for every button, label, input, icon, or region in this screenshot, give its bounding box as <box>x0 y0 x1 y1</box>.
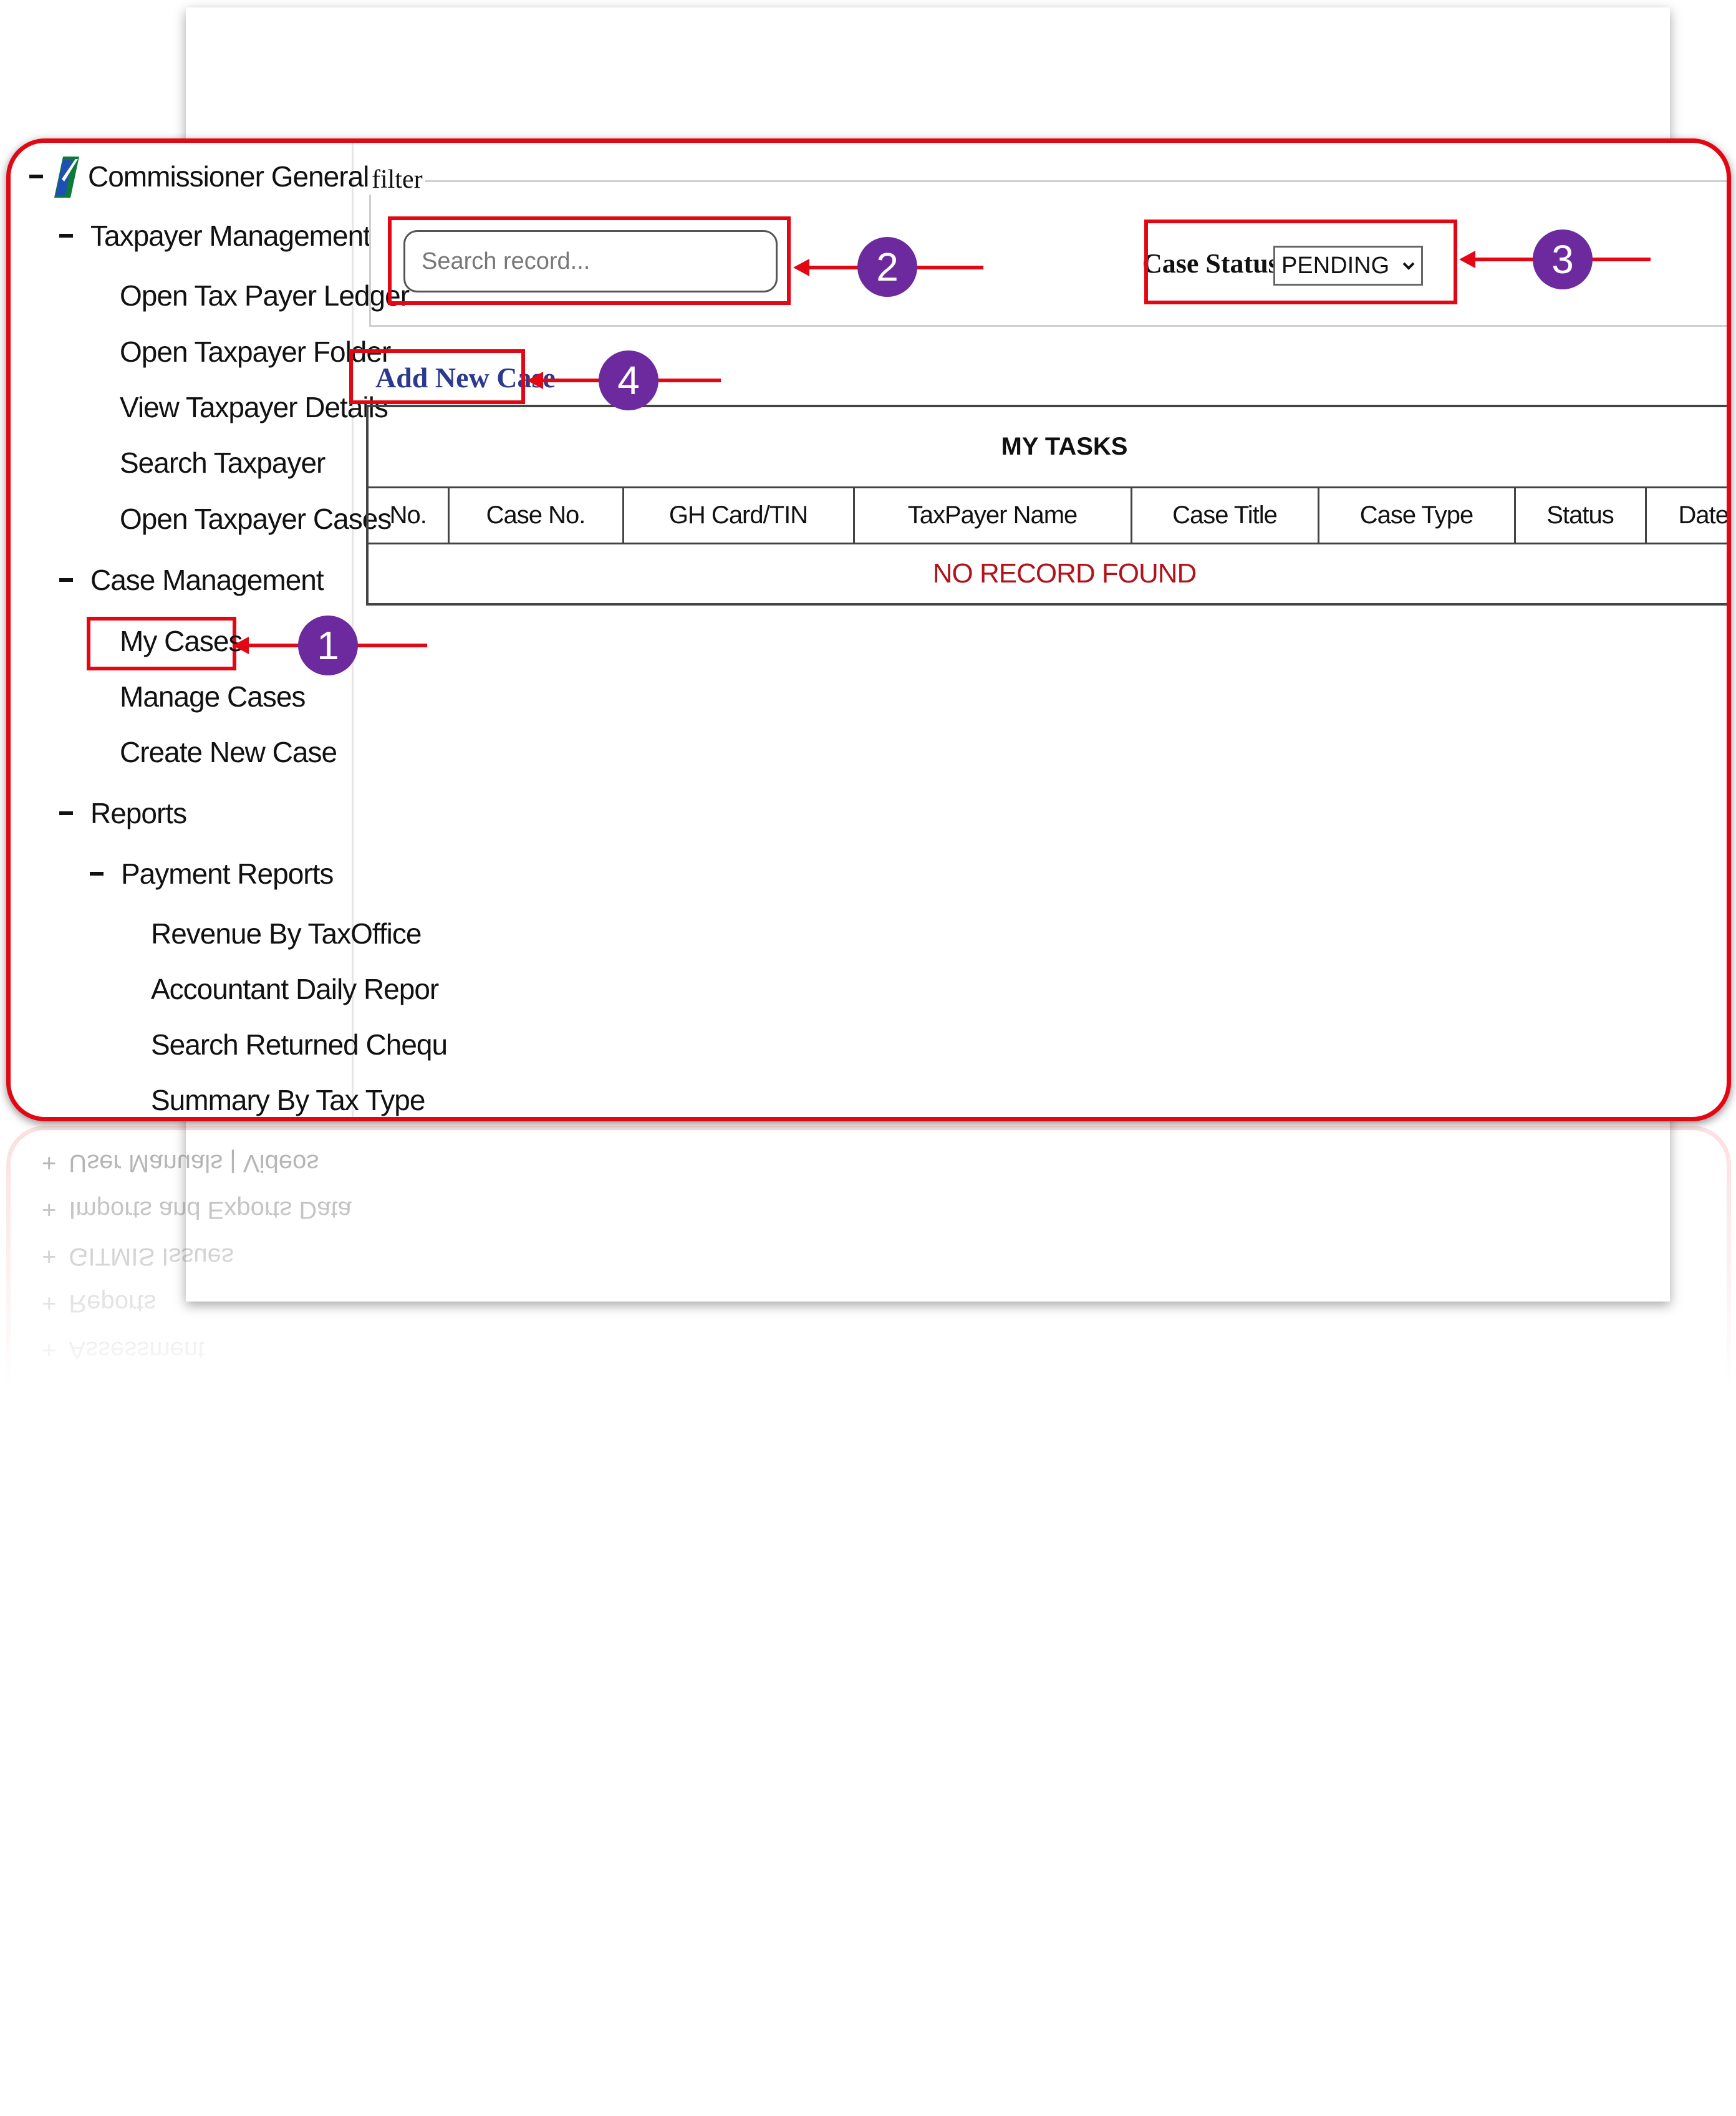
tree-group-case-management[interactable]: Case Management <box>59 563 324 597</box>
annotation-box-3 <box>1144 220 1457 304</box>
callout-badge-4: 4 <box>599 350 658 410</box>
frame-reflection: + Assessment + Reports + GITMIS Issues + Imp… <box>6 1126 1731 1388</box>
reflection-item: + User Manuals | Videos <box>42 1149 319 1177</box>
tree-group-payment-reports[interactable]: Payment Reports <box>90 857 334 891</box>
tree-group-taxpayer-management[interactable]: Taxpayer Management <box>59 219 371 253</box>
table-header-row: No. Case No. GH Card/TIN TaxPayer Name C… <box>366 486 1727 544</box>
tree-root[interactable]: Commissioner General <box>29 154 369 199</box>
column-header-case-title[interactable]: Case Title <box>1130 486 1319 544</box>
column-header-case-no[interactable]: Case No. <box>447 486 624 544</box>
sidebar-item-search-taxpayer[interactable]: Search Taxpayer <box>120 446 326 480</box>
sidebar-item-my-cases[interactable]: My Cases <box>120 624 243 658</box>
callout-badge-2: 2 <box>857 237 917 297</box>
reflection-item: + Reports <box>42 1290 157 1317</box>
sidebar-item-view-taxpayer-details[interactable]: View Taxpayer Details <box>120 390 388 424</box>
tasks-table: MY TASKS No. Case No. GH Card/TIN TaxPay… <box>366 405 1727 606</box>
column-header-taxpayer-name[interactable]: TaxPayer Name <box>852 486 1132 544</box>
column-header-no[interactable]: No. <box>366 486 450 544</box>
reflection-item: + Imports and Exports Data <box>42 1196 352 1224</box>
column-header-date[interactable]: Date <box>1644 486 1727 544</box>
column-header-status[interactable]: Status <box>1513 486 1647 544</box>
collapse-icon[interactable] <box>59 578 73 582</box>
tree-group-label: Payment Reports <box>121 858 334 890</box>
reflection-item: + GITMIS Issues <box>42 1243 234 1270</box>
annotation-box-2 <box>388 216 791 305</box>
callout-badge-1: 1 <box>298 616 358 675</box>
column-header-gh-card-tin[interactable]: GH Card/TIN <box>622 486 855 544</box>
tree-root-label: Commissioner General <box>88 160 369 193</box>
column-header-case-type[interactable]: Case Type <box>1317 486 1516 544</box>
collapse-icon[interactable] <box>90 872 104 876</box>
reflection-items: + Assessment + Reports + GITMIS Issues + Imp… <box>42 1130 354 1383</box>
sidebar-item-create-new-case[interactable]: Create New Case <box>120 735 337 769</box>
tree-group-label: Taxpayer Management <box>90 220 371 252</box>
reflection-item: + Assessment <box>42 1336 205 1364</box>
agency-logo-icon <box>54 157 79 198</box>
tree-group-reports[interactable]: Reports <box>59 796 187 830</box>
filter-legend: filter <box>369 165 425 195</box>
empty-table-message: NO RECORD FOUND <box>366 542 1727 606</box>
collapse-icon[interactable] <box>59 811 73 815</box>
collapse-icon[interactable] <box>59 234 73 238</box>
tree-group-label: Case Management <box>90 564 324 596</box>
tree-group-label: Reports <box>90 797 187 829</box>
annotation-box-4 <box>349 349 525 404</box>
sidebar-item-open-taxpayer-cases[interactable]: Open Taxpayer Cases <box>120 502 392 536</box>
collapse-icon[interactable] <box>29 175 43 178</box>
callout-badge-3: 3 <box>1533 229 1593 289</box>
sidebar-item-manage-cases[interactable]: Manage Cases <box>120 680 306 713</box>
table-title: MY TASKS <box>366 405 1727 488</box>
